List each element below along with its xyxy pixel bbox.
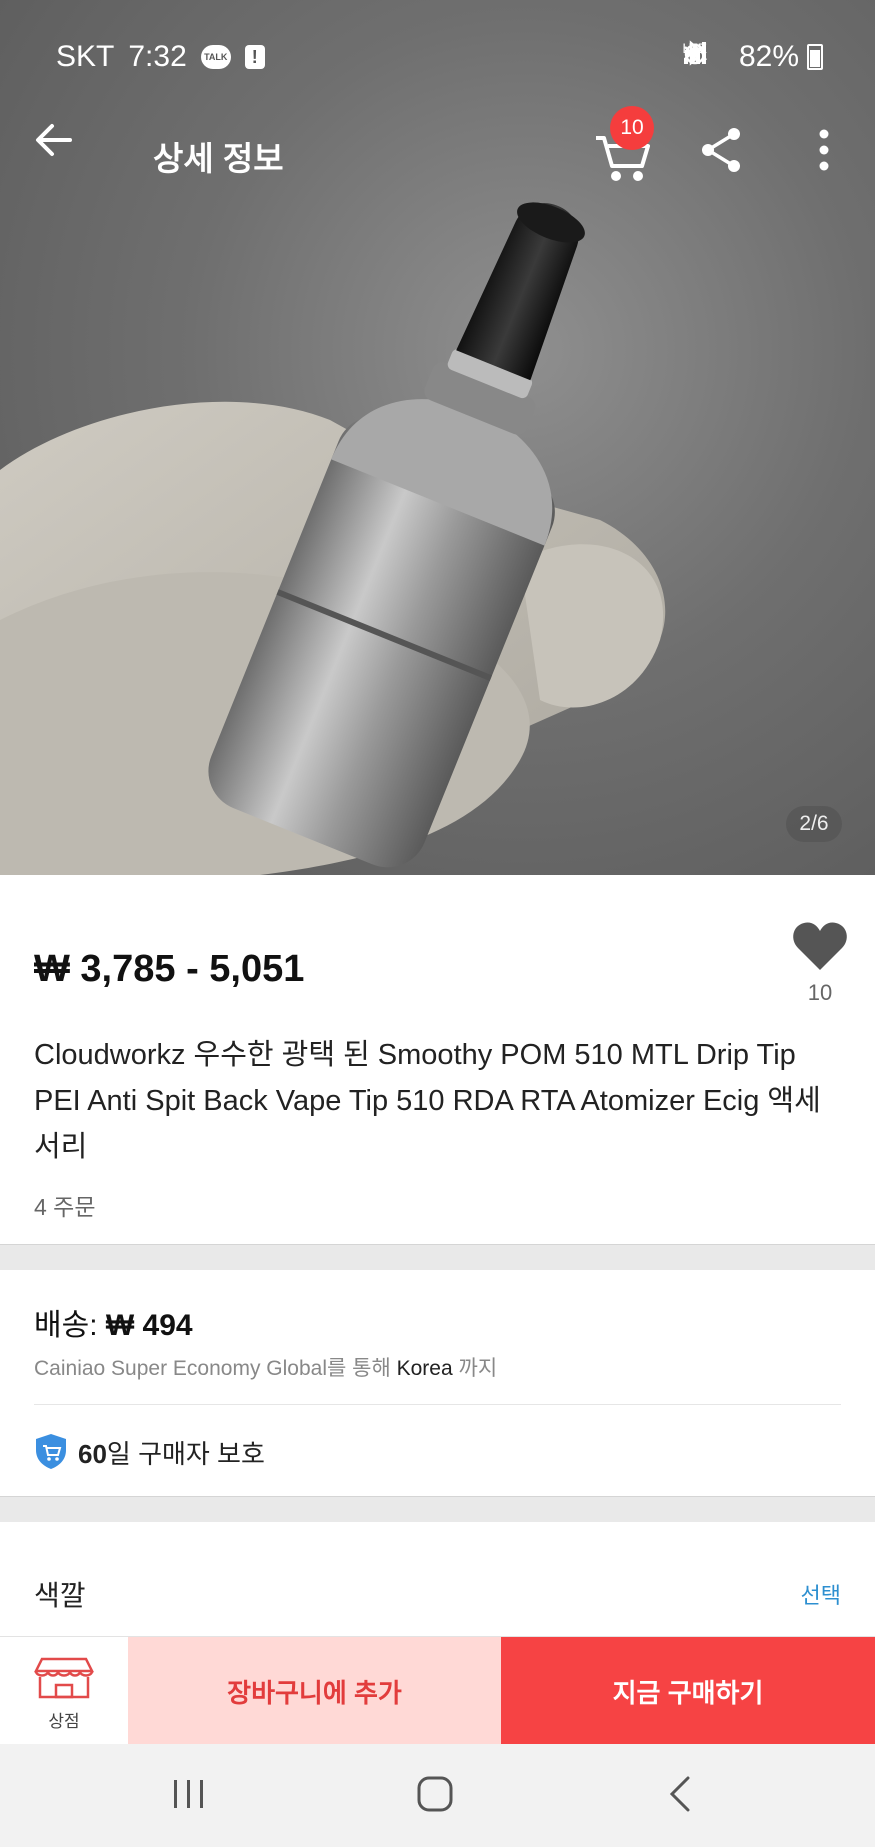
protection-days: 60 xyxy=(78,1439,107,1469)
section-divider xyxy=(0,1244,875,1270)
talk-icon: TALK xyxy=(200,45,231,69)
buyer-protection[interactable]: 60일 구매자 보호 xyxy=(78,1434,265,1471)
store-button[interactable]: 상점 xyxy=(0,1637,128,1745)
shipping-detail: Cainiao Super Economy Global를 통해 Korea 까… xyxy=(34,1352,497,1382)
color-select-link[interactable]: 선택 xyxy=(801,1578,841,1610)
more-vertical-icon xyxy=(819,129,829,171)
home-icon[interactable] xyxy=(410,1766,460,1822)
protection-text: 일 구매자 보호 xyxy=(106,1439,265,1469)
system-back-icon[interactable] xyxy=(656,1766,706,1822)
carrier-label: SKT xyxy=(56,40,115,73)
shipping-label: 배송: xyxy=(34,1309,106,1342)
color-option-label: 색깔 xyxy=(34,1580,86,1611)
share-icon xyxy=(702,128,740,172)
wishlist-button[interactable] xyxy=(790,918,850,974)
divider xyxy=(34,1404,841,1405)
arrow-left-icon xyxy=(36,124,72,156)
product-price: ₩ 3,785 - 5,051 xyxy=(34,948,305,990)
shipping-suffix: 까지 xyxy=(452,1357,498,1380)
time-label: 7:32 xyxy=(128,40,187,73)
heart-icon xyxy=(793,922,847,970)
store-label: 상점 xyxy=(48,1712,80,1731)
shipping-carrier: Cainiao Super Economy Global를 통해 xyxy=(34,1357,397,1380)
alert-icon: ! xyxy=(244,45,265,69)
bottom-action-bar: 상점 장바구니에 추가 지금 구매하기 xyxy=(0,1636,875,1745)
wishlist-count: 10 xyxy=(807,980,833,1005)
signal-icon xyxy=(684,42,707,64)
shipping-price: ₩ 494 xyxy=(105,1309,193,1342)
add-to-cart-button[interactable]: 장바구니에 추가 xyxy=(128,1637,501,1745)
shield-cart-icon xyxy=(36,1434,66,1469)
status-bar: SKT 7:32 TALK ! LTE 82% xyxy=(0,28,875,84)
back-button[interactable] xyxy=(34,122,90,178)
section-divider xyxy=(0,1496,875,1522)
page-title: 상세 정보 xyxy=(153,140,284,177)
image-pager-indicator: 2/6 xyxy=(786,806,842,842)
recent-apps-icon[interactable] xyxy=(164,1766,214,1822)
app-bar: 상세 정보 xyxy=(0,108,875,192)
product-image[interactable]: SKT 7:32 TALK ! LTE 82% 상세 정보 xyxy=(0,0,875,875)
shipping-destination: Korea xyxy=(396,1357,453,1380)
product-title: Cloudworkz 우수한 광택 된 Smoothy POM 510 MTL … xyxy=(34,1039,821,1163)
more-options-button[interactable] xyxy=(808,122,840,178)
share-button[interactable] xyxy=(698,122,746,178)
battery-icon xyxy=(807,44,823,70)
shipping-cost[interactable]: 배송: ₩ 494 xyxy=(34,1300,193,1344)
system-navigation-bar xyxy=(0,1744,875,1847)
store-icon xyxy=(33,1657,95,1699)
cart-count-badge: 10 xyxy=(610,106,654,150)
order-count: 4 주문 xyxy=(34,1194,96,1220)
product-detail-screen: SKT 7:32 TALK ! LTE 82% 상세 정보 xyxy=(0,0,875,1847)
battery-label: 82% xyxy=(738,40,799,73)
buy-now-button[interactable]: 지금 구매하기 xyxy=(501,1637,875,1745)
